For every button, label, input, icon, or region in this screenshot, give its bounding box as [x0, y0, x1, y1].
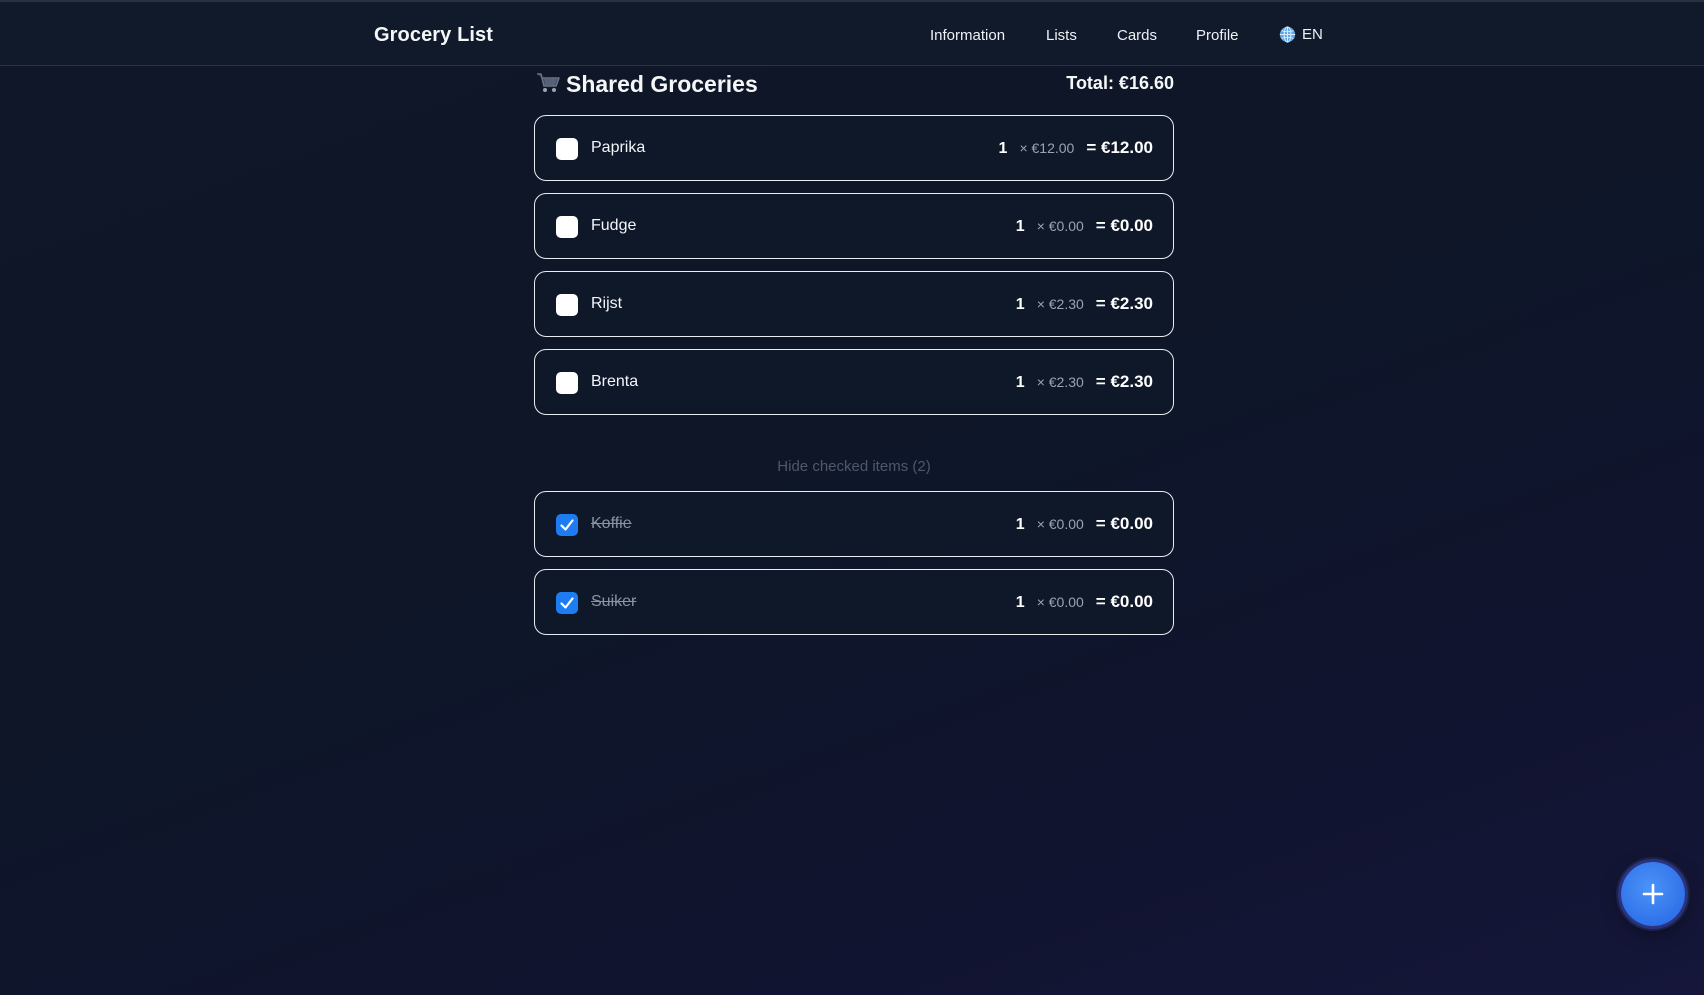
item-price-group: 1 × €2.30 = €2.30: [1016, 372, 1153, 392]
item-unit-price: × €2.30: [1036, 296, 1084, 312]
item-unit-price: × €0.00: [1036, 218, 1084, 234]
app-brand-title[interactable]: Grocery List: [374, 24, 493, 47]
item-unit-price: × €0.00: [1036, 516, 1084, 532]
item-quantity[interactable]: 1: [1016, 516, 1025, 534]
item-quantity[interactable]: 1: [999, 140, 1008, 158]
nav-link-information[interactable]: Information: [930, 27, 1005, 44]
item-price-group: 1 × €0.00 = €0.00: [1016, 592, 1153, 612]
item-name: Rijst: [591, 295, 623, 312]
item-checkbox[interactable]: [556, 372, 578, 394]
list-title: Shared Groceries: [566, 71, 758, 97]
item-name: Suiker: [591, 593, 637, 610]
list-item[interactable]: Rijst 1 × €2.30 = €2.30: [534, 271, 1174, 337]
list-header: Shared Groceries Total: €16.60: [535, 70, 1174, 102]
language-label: EN: [1302, 26, 1323, 43]
item-quantity[interactable]: 1: [1016, 594, 1025, 612]
item-unit-price: × €12.00: [1019, 140, 1075, 156]
item-name: Paprika: [591, 139, 646, 156]
globe-icon: [1279, 26, 1296, 43]
list-item[interactable]: Paprika 1 × €12.00 = €12.00: [534, 115, 1174, 181]
item-name: Koffie: [591, 515, 632, 532]
language-selector[interactable]: EN: [1279, 26, 1323, 43]
item-checkbox[interactable]: [556, 294, 578, 316]
list-item[interactable]: Fudge 1 × €0.00 = €0.00: [534, 193, 1174, 259]
item-line-total: = €2.30: [1095, 294, 1153, 313]
checked-list-item[interactable]: Koffie 1 × €0.00 = €0.00: [534, 491, 1174, 557]
item-checkbox[interactable]: [556, 216, 578, 238]
item-checkbox[interactable]: [556, 138, 578, 160]
item-quantity[interactable]: 1: [1016, 296, 1025, 314]
hide-checked-items-toggle[interactable]: Hide checked items (2): [534, 458, 1174, 475]
item-price-group: 1 × €12.00 = €12.00: [999, 138, 1153, 158]
item-checkbox-checked[interactable]: [556, 514, 578, 536]
item-line-total: = €0.00: [1095, 514, 1153, 533]
item-name: Brenta: [591, 373, 639, 390]
list-item[interactable]: Brenta 1 × €2.30 = €2.30: [534, 349, 1174, 415]
item-quantity[interactable]: 1: [1016, 218, 1025, 236]
plus-icon: [1642, 883, 1664, 905]
item-quantity[interactable]: 1: [1016, 374, 1025, 392]
item-unit-price: × €2.30: [1036, 374, 1084, 390]
top-navigation-bar: Grocery List Information Lists Cards Pro…: [0, 0, 1704, 66]
item-checkbox-checked[interactable]: [556, 592, 578, 614]
checked-list-item[interactable]: Suiker 1 × €0.00 = €0.00: [534, 569, 1174, 635]
item-line-total: = €0.00: [1095, 216, 1153, 235]
item-price-group: 1 × €2.30 = €2.30: [1016, 294, 1153, 314]
checkmark-icon: [560, 519, 574, 531]
list-total: Total: €16.60: [1066, 73, 1174, 93]
item-name: Fudge: [591, 217, 637, 234]
nav-link-lists[interactable]: Lists: [1046, 27, 1077, 44]
shopping-cart-icon: [537, 73, 560, 92]
item-line-total: = €0.00: [1095, 592, 1153, 611]
checkmark-icon: [560, 597, 574, 609]
item-line-total: = €2.30: [1095, 372, 1153, 391]
item-price-group: 1 × €0.00 = €0.00: [1016, 216, 1153, 236]
nav-link-cards[interactable]: Cards: [1117, 27, 1157, 44]
add-item-button[interactable]: [1621, 862, 1685, 926]
item-price-group: 1 × €0.00 = €0.00: [1016, 514, 1153, 534]
item-unit-price: × €0.00: [1036, 594, 1084, 610]
item-line-total: = €12.00: [1086, 138, 1153, 157]
nav-link-profile[interactable]: Profile: [1196, 27, 1239, 44]
